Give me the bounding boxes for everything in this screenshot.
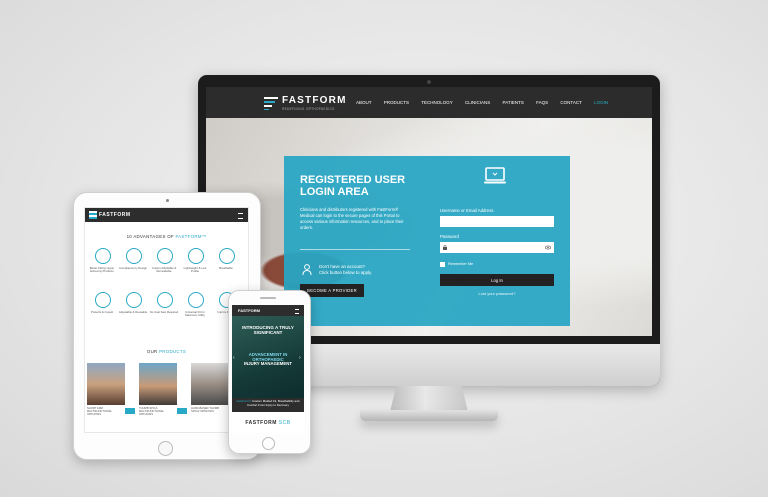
breathable-icon (219, 248, 235, 264)
lost-password-link[interactable]: Lost your password? (440, 291, 554, 296)
menu-item-patients[interactable]: PATIENTS (503, 100, 524, 105)
menu-item-about[interactable]: ABOUT (356, 100, 372, 105)
advantages-heading-text: 10 ADVANTAGES OF (126, 234, 174, 239)
chevron-right-icon[interactable]: › (299, 355, 301, 361)
phone-home-button (262, 437, 275, 450)
hero-title: INTRODUCING A TRULY SIGNIFICANT (242, 325, 294, 336)
tablet-nav: FASTFORM (85, 208, 248, 222)
fastform-logo-icon[interactable] (264, 96, 278, 110)
phone-screen: FASTFORM ‹ › INTRODUCING A TRULY SIGNIFI… (232, 305, 304, 433)
advantage-label: Custom Moldable & Remoldable (151, 266, 177, 274)
advantages-heading-brand: FASTFORM™ (175, 234, 207, 239)
menu-item-clinicians[interactable]: CLINICIANS (465, 100, 490, 105)
account-question-sub: Click button below to apply. (319, 270, 373, 275)
product-view-button[interactable] (125, 408, 135, 414)
product-label: THUMB SPICA MULTIFUNCTIONAL ORTHOSIS (139, 407, 164, 417)
fit-icon (95, 248, 111, 264)
password-field[interactable] (440, 242, 554, 253)
tablet-home-button (158, 441, 173, 456)
tablet-camera (166, 199, 169, 202)
product-image[interactable] (191, 363, 229, 405)
advantage-label: Better-Fitting Upper Extremity Products (89, 266, 115, 274)
lightweight-icon (188, 248, 204, 264)
advantage-label: Universal Fit for Maximum Utility (185, 310, 205, 318)
hamburger-menu-icon[interactable] (295, 309, 299, 314)
products-heading-accent: PRODUCTS (159, 349, 187, 354)
user-icon (302, 264, 312, 276)
compliance-icon (126, 248, 142, 264)
remember-checkbox[interactable] (440, 262, 445, 267)
band-text: Custom Molded Fit, Breathability and Com… (247, 399, 300, 407)
username-field[interactable] (440, 216, 554, 227)
advantage-label: No Cast Saw Required (149, 310, 179, 314)
shield-icon (95, 292, 111, 308)
menu-item-technology[interactable]: TECHNOLOGY (421, 100, 453, 105)
camera-icon (427, 80, 431, 84)
footer-brand-name: FASTFORM (245, 420, 277, 426)
username-label: Username or Email Address (440, 208, 494, 213)
no-saw-icon (157, 292, 173, 308)
brand-name[interactable]: FASTFORM (282, 95, 347, 106)
imac-stand (390, 386, 468, 412)
main-menu: ABOUT PRODUCTS TECHNOLOGY CLINICIANS PAT… (356, 100, 619, 105)
menu-item-login[interactable]: LOGIN (594, 100, 608, 105)
footer-brand: FASTFORM SCB (238, 420, 298, 426)
hero-subtitle-2: INJURY MANAGEMENT (244, 361, 292, 366)
products-heading-text: OUR (146, 349, 158, 354)
product-label: HAND-BASED THUMB SPICA ORTHOSIS (191, 407, 219, 414)
phone-brand[interactable]: FASTFORM (238, 308, 260, 313)
product-image[interactable] (87, 363, 125, 405)
divider (300, 249, 410, 250)
menu-item-contact[interactable]: CONTACT (560, 100, 581, 105)
phone-nav: FASTFORM (232, 305, 304, 316)
fastform-logo-icon[interactable] (89, 211, 97, 219)
advantages-heading: 10 ADVANTAGES OF FASTFORM™ (85, 234, 248, 239)
advantage-label: Lightweight & Low Profile (183, 266, 207, 274)
laptop-icon (484, 167, 506, 184)
brand-tagline: REDEFINING ORTHOPAEDICS (282, 107, 335, 111)
menu-item-faqs[interactable]: FAQS (536, 100, 548, 105)
account-question: Don't have an account? Click button belo… (319, 264, 409, 276)
lock-icon (443, 245, 447, 250)
tablet-screen: FASTFORM 10 ADVANTAGES OF FASTFORM™ Bett… (84, 207, 249, 433)
login-panel: REGISTERED USER LOGIN AREA Clinicians an… (284, 156, 570, 326)
top-navigation: FASTFORM REDEFINING ORTHOPAEDICS ABOUT P… (206, 87, 652, 118)
footer-brand-suffix: SCB (278, 420, 291, 426)
phone-speaker (260, 297, 276, 299)
advantage-label: Compliance by Design (119, 266, 147, 270)
advantage-label: Adjustable & Reusable (118, 310, 148, 314)
login-title: REGISTERED USER LOGIN AREA (300, 174, 406, 198)
eye-icon[interactable] (545, 245, 551, 250)
tablet-brand[interactable]: FASTFORM (99, 212, 131, 218)
chevron-left-icon[interactable]: ‹ (233, 355, 235, 361)
universal-fit-icon (188, 292, 204, 308)
product-view-button[interactable] (177, 408, 187, 414)
product-image[interactable] (139, 363, 177, 405)
moldable-icon (157, 248, 173, 264)
password-label: Password (440, 234, 459, 239)
info-band: FastForm® Custom Molded Fit, Breathabili… (232, 398, 304, 412)
product-label: SHORT ARM MULTIFUNCTIONAL ORTHOSIS (87, 407, 112, 417)
hamburger-menu-icon[interactable] (238, 213, 243, 219)
advantage-label: Protects & Impact (90, 310, 114, 314)
remember-label: Remember Me (448, 262, 474, 266)
products-heading: OUR PRODUCTS (85, 349, 248, 354)
advantage-label: Breathable (219, 266, 233, 270)
menu-item-products[interactable]: PRODUCTS (384, 100, 409, 105)
login-description: Clinicians and distributors registered w… (300, 207, 404, 230)
adjustable-icon (126, 292, 142, 308)
login-button[interactable]: Log In (440, 274, 554, 286)
imac-stand-base (360, 410, 498, 421)
